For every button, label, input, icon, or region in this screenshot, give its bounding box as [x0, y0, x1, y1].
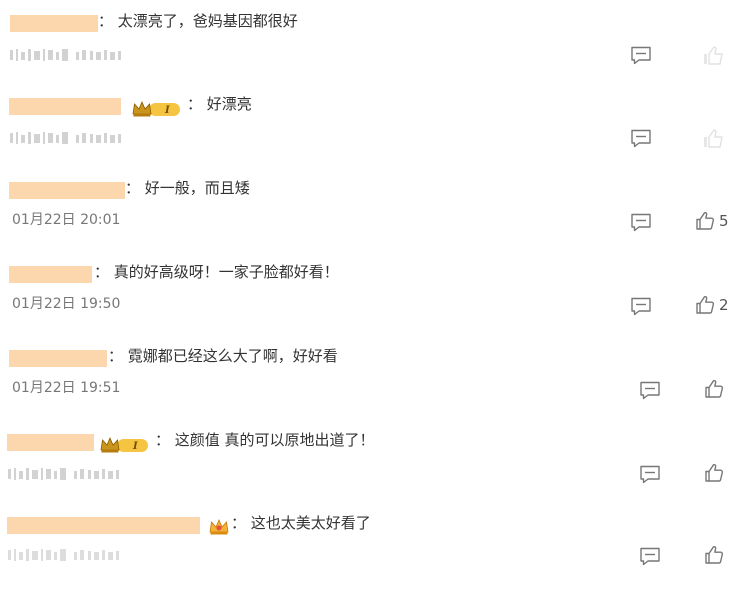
comment-icon [631, 297, 651, 316]
username-redacted[interactable] [7, 434, 94, 451]
comment-text: ： 这也太美太好看了 [231, 514, 371, 532]
reply-button[interactable] [630, 212, 652, 232]
thumbs-up-icon [696, 295, 715, 314]
timestamp-blurred [10, 49, 121, 61]
comment-text: ： 这颜值 真的可以原地出道了！ [155, 431, 375, 449]
reply-button[interactable] [639, 380, 661, 400]
username-redacted[interactable] [7, 517, 200, 534]
like-button[interactable]: 5 [695, 211, 729, 231]
comment-text: ： 霓娜都已经这么大了啊，好好看 [108, 347, 338, 365]
comment-text: ： 太漂亮了，爸妈基因都很好 [98, 12, 298, 30]
reply-button[interactable] [630, 45, 652, 65]
timestamp-blurred [10, 132, 121, 144]
username-redacted[interactable] [9, 266, 92, 283]
comment-item: ： 这也太美太好看了 [0, 514, 745, 598]
comment-item: I ： 好漂亮 [0, 95, 745, 179]
comment-item: I ： 这颜值 真的可以原地出道了！ [0, 431, 745, 515]
comment-text: ： 好漂亮 [187, 95, 252, 113]
like-count: 5 [719, 212, 729, 230]
comment-icon [640, 465, 660, 484]
timestamp: 01月22日 19:51 [12, 380, 121, 396]
comment-icon [631, 46, 651, 65]
comment-text: ： 真的好高级呀！一家子脸都好看！ [94, 263, 339, 281]
comment-item: ： 太漂亮了，爸妈基因都很好 [0, 12, 745, 96]
vip-level-text: I [164, 105, 170, 116]
like-button[interactable] [704, 379, 724, 399]
reply-button[interactable] [630, 296, 652, 316]
vip-badge: I [132, 100, 180, 117]
timestamp: 01月22日 19:50 [12, 296, 121, 312]
reply-button[interactable] [639, 546, 661, 566]
username-redacted[interactable] [10, 15, 98, 32]
reply-button[interactable] [639, 464, 661, 484]
like-button-faded[interactable] [695, 42, 737, 72]
timestamp-blurred [8, 468, 119, 480]
comment-text: ： 好一般，而且矮 [125, 179, 250, 197]
comment-icon [640, 381, 660, 400]
timestamp: 01月22日 20:01 [12, 212, 121, 228]
comment-item: ： 好一般，而且矮 01月22日 20:01 5 [0, 179, 745, 263]
username-redacted[interactable] [9, 182, 125, 199]
vip-badge: I [100, 436, 148, 453]
like-button[interactable]: 2 [695, 295, 729, 315]
vip-level-text: I [132, 441, 138, 452]
like-button[interactable] [704, 545, 724, 565]
like-button[interactable] [704, 463, 724, 483]
username-redacted[interactable] [9, 350, 107, 367]
like-count: 2 [719, 296, 729, 314]
thumbs-up-icon [705, 463, 724, 482]
comment-icon [640, 547, 660, 566]
crown-badge-icon [209, 518, 229, 535]
comment-item: ： 真的好高级呀！一家子脸都好看！ 01月22日 19:50 2 [0, 263, 745, 347]
comment-icon [631, 129, 651, 148]
thumbs-up-icon [705, 545, 724, 564]
thumbs-up-icon [696, 211, 715, 230]
comment-icon [631, 213, 651, 232]
like-button-faded[interactable] [695, 125, 737, 155]
thumbs-up-icon [705, 379, 724, 398]
username-redacted[interactable] [9, 98, 121, 115]
timestamp-blurred [8, 549, 119, 561]
comment-item: ： 霓娜都已经这么大了啊，好好看 01月22日 19:51 [0, 347, 745, 431]
reply-button[interactable] [630, 128, 652, 148]
